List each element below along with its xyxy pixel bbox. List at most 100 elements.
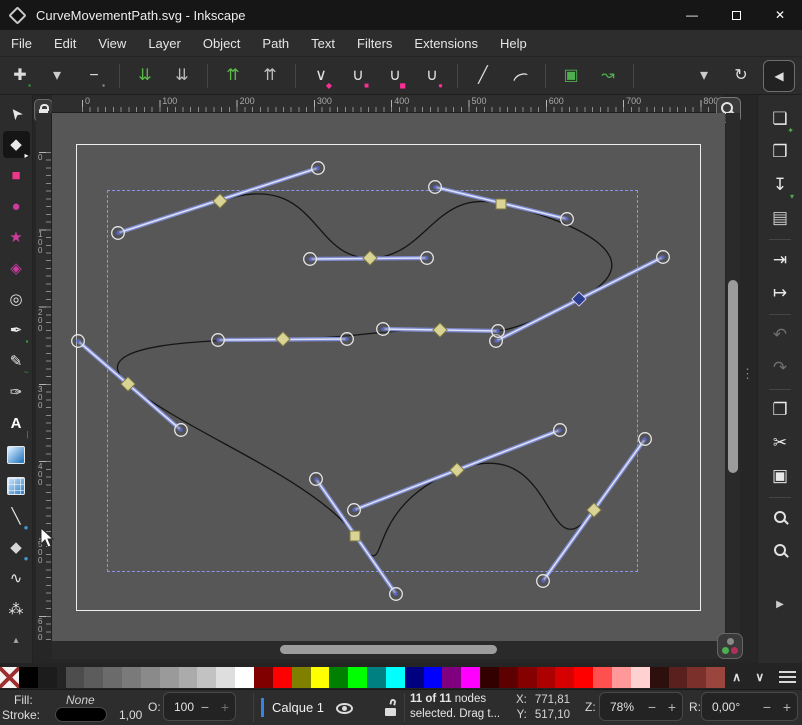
toolbox-overflow[interactable]: ▴ (3, 627, 30, 654)
horizontal-scrollbar-thumb[interactable] (280, 645, 497, 654)
make-smooth-node[interactable]: ∪■ (346, 64, 370, 88)
palette-swatch[interactable] (405, 667, 424, 688)
palette-swatch[interactable] (669, 667, 688, 688)
palette-swatch[interactable] (235, 667, 254, 688)
node-tool[interactable]: ◆▸ (3, 131, 30, 158)
export-document[interactable]: ↦ (765, 277, 795, 307)
palette-swatch[interactable] (612, 667, 631, 688)
maximize-button[interactable] (714, 0, 758, 30)
zoom-spinner[interactable]: 78% − + (599, 692, 683, 721)
palette-swatch[interactable] (122, 667, 141, 688)
make-corner-node[interactable]: ∨◆ (309, 64, 333, 88)
opacity-increase-button[interactable]: + (215, 699, 235, 715)
spray-tool[interactable]: ⁂ (3, 596, 30, 623)
palette-swatch[interactable] (179, 667, 198, 688)
redo[interactable]: ↷ (765, 352, 795, 382)
menu-file[interactable]: File (0, 36, 43, 51)
menu-layer[interactable]: Layer (137, 36, 192, 51)
calligraphy-tool[interactable]: ✑ (3, 379, 30, 406)
menu-object[interactable]: Object (192, 36, 252, 51)
layer-visibility-eye-icon[interactable] (336, 703, 353, 714)
path-node[interactable] (350, 531, 360, 541)
more-panels[interactable]: ▶ (765, 590, 795, 620)
segment-curve[interactable]: ( (508, 64, 532, 88)
palette-scroll-up-button[interactable]: ∧ (725, 666, 748, 688)
gradient-tool[interactable] (3, 441, 30, 468)
menu-extensions[interactable]: Extensions (403, 36, 489, 51)
rotation-value[interactable]: 0,00° (702, 700, 757, 714)
palette-swatch[interactable] (216, 667, 235, 688)
path-node[interactable] (450, 463, 464, 477)
path-node[interactable] (496, 199, 506, 209)
palette-swatch[interactable] (348, 667, 367, 688)
pencil-tool[interactable]: ✎~ (3, 348, 30, 375)
box3d-tool[interactable]: ◈ (3, 255, 30, 282)
import-document[interactable]: ⇥ (765, 244, 795, 274)
palette-swatch[interactable] (631, 667, 650, 688)
delete-node[interactable]: −▪ (82, 64, 106, 88)
opacity-value[interactable]: 100 (164, 700, 195, 714)
copy[interactable]: ❐ (765, 394, 795, 424)
palette-swatch[interactable] (0, 667, 19, 688)
palette-swatch[interactable] (160, 667, 179, 688)
palette-scroll-down-button[interactable]: ∨ (748, 666, 771, 688)
zoom-selection[interactable] (765, 502, 795, 532)
new-document[interactable]: ❏✦ (765, 103, 795, 133)
menu-view[interactable]: View (87, 36, 137, 51)
opacity-spinner[interactable]: 100 − + (163, 692, 236, 721)
minimize-button[interactable]: — (670, 0, 714, 30)
make-symmetric-node[interactable]: ∪◼ (383, 64, 407, 88)
path-node[interactable] (433, 323, 447, 337)
print-document[interactable]: ▤ (765, 202, 795, 232)
close-button[interactable]: ✕ (758, 0, 802, 30)
break-nodes[interactable]: ⇊ (170, 64, 194, 88)
zoom-value[interactable]: 78% (600, 700, 642, 714)
bezier-curve[interactable] (117, 194, 611, 556)
mesh-gradient-tool[interactable] (3, 472, 30, 499)
palette-swatch[interactable] (480, 667, 499, 688)
palette-swatch[interactable] (66, 667, 85, 688)
fill-value[interactable]: None (66, 693, 95, 707)
path-node[interactable] (363, 251, 377, 265)
vertical-scrollbar[interactable] (726, 113, 740, 641)
palette-swatch[interactable] (574, 667, 593, 688)
menu-text[interactable]: Text (300, 36, 346, 51)
palette-menu-icon[interactable] (779, 671, 796, 684)
palette-swatch[interactable] (518, 667, 537, 688)
opacity-decrease-button[interactable]: − (195, 699, 215, 715)
palette-swatch[interactable] (329, 667, 348, 688)
stroke-to-path[interactable]: ↝ (596, 64, 620, 88)
undo[interactable]: ↶ (765, 319, 795, 349)
spiral-tool[interactable]: ◎ (3, 286, 30, 313)
horizontal-ruler[interactable]: 0100200300400500600700800 (52, 95, 722, 113)
palette-swatch[interactable] (555, 667, 574, 688)
layer-unlock-icon[interactable] (385, 699, 399, 717)
ellipse-tool[interactable]: ● (3, 193, 30, 220)
text-tool[interactable]: A| (3, 410, 30, 437)
palette-swatch[interactable] (292, 667, 311, 688)
color-managed-display-button[interactable] (717, 633, 743, 659)
open-document[interactable]: ❒ (765, 136, 795, 166)
palette-swatch[interactable] (706, 667, 725, 688)
palette-swatch[interactable] (386, 667, 405, 688)
palette-swatch[interactable] (499, 667, 518, 688)
path-node[interactable] (276, 332, 290, 346)
paste[interactable]: ▣ (765, 460, 795, 490)
rotation-increase-button[interactable]: + (777, 699, 797, 715)
zoom-increase-button[interactable]: + (662, 699, 682, 715)
rotation-spinner[interactable]: 0,00° − + (701, 692, 798, 721)
palette-swatch[interactable] (197, 667, 216, 688)
palette-swatch[interactable] (687, 667, 706, 688)
menu-edit[interactable]: Edit (43, 36, 87, 51)
panel-grip[interactable]: ⋮ (741, 366, 754, 382)
rectangle-tool[interactable]: ■ (3, 162, 30, 189)
star-tool[interactable]: ★ (3, 224, 30, 251)
current-layer-name[interactable]: Calque 1 (272, 700, 324, 715)
palette-swatch[interactable] (141, 667, 160, 688)
palette-swatch[interactable] (461, 667, 480, 688)
palette-swatch[interactable] (311, 667, 330, 688)
stroke-color-swatch[interactable] (55, 707, 107, 722)
pen-tool[interactable]: ✒▪ (3, 317, 30, 344)
paint-bucket-tool[interactable]: ◆● (3, 534, 30, 561)
join-with-segment[interactable]: ⇈ (221, 64, 245, 88)
